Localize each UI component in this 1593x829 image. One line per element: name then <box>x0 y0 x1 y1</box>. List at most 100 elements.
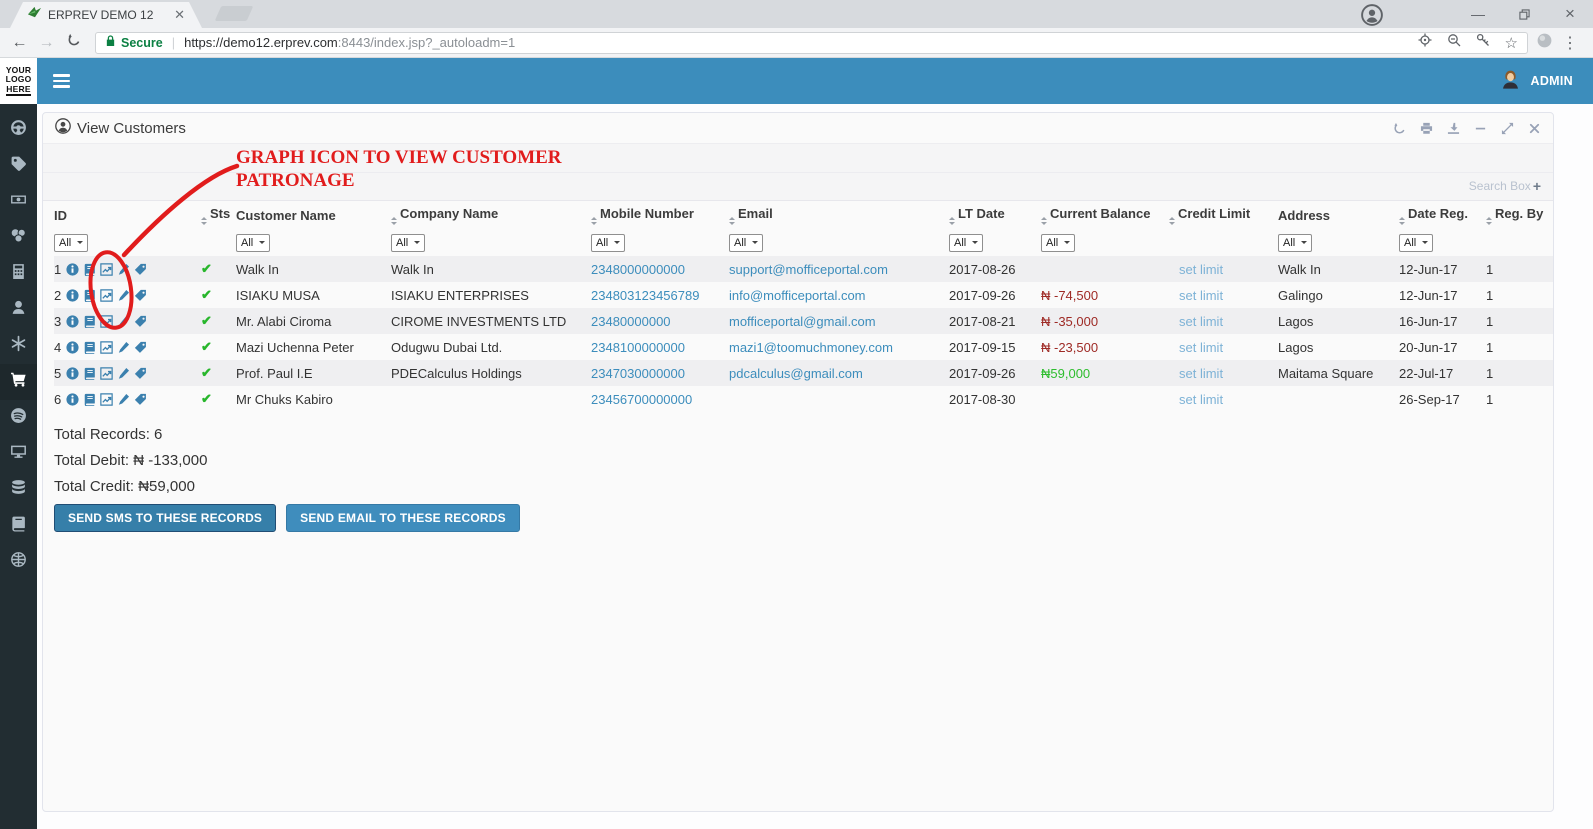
sort-arrows-icon[interactable] <box>1399 216 1405 225</box>
email-link[interactable]: support@mofficeportal.com <box>729 262 888 277</box>
chart-icon[interactable] <box>100 366 113 380</box>
column-header-email[interactable]: Email <box>729 201 949 229</box>
tag-icon[interactable] <box>134 289 147 302</box>
sidebar-item-globe[interactable] <box>0 544 37 580</box>
column-header-company-name[interactable]: Company Name <box>391 201 591 229</box>
sidebar-item-cart[interactable] <box>0 364 37 400</box>
set-limit-link[interactable]: set limit <box>1179 262 1223 277</box>
sort-arrows-icon[interactable] <box>729 216 735 225</box>
chart-icon[interactable] <box>100 392 113 406</box>
info-icon[interactable] <box>66 262 79 276</box>
filter-select-email[interactable]: All <box>729 233 764 252</box>
location-target-icon[interactable] <box>1418 33 1432 52</box>
email-link[interactable]: pdcalculus@gmail.com <box>729 366 863 381</box>
column-header-lt-date[interactable]: LT Date <box>949 201 1041 229</box>
zoom-out-icon[interactable] <box>1447 33 1461 52</box>
filter-select-address[interactable]: All <box>1278 233 1313 252</box>
edit-icon[interactable] <box>117 367 130 380</box>
send-sms-button[interactable]: SEND SMS TO THESE RECORDS <box>54 504 277 532</box>
mobile-link[interactable]: 234803123456789 <box>591 288 699 303</box>
ledger-icon[interactable] <box>83 263 96 276</box>
tag-icon[interactable] <box>134 315 147 328</box>
info-icon[interactable] <box>66 366 79 380</box>
browser-menu-icon[interactable]: ⋮ <box>1553 33 1587 53</box>
ledger-icon[interactable] <box>83 341 96 354</box>
ledger-icon[interactable] <box>83 289 96 302</box>
filter-select-mobile-number[interactable]: All <box>591 233 626 252</box>
sidebar-item-dashboard[interactable] <box>0 112 37 148</box>
bookmark-star-icon[interactable]: ☆ <box>1505 34 1518 52</box>
mobile-link[interactable]: 23480000000 <box>591 314 671 329</box>
sort-arrows-icon[interactable] <box>1486 216 1492 225</box>
set-limit-link[interactable]: set limit <box>1179 366 1223 381</box>
filter-select-id[interactable]: All <box>54 233 89 252</box>
chart-icon[interactable] <box>100 340 113 354</box>
sidebar-item-calculator[interactable] <box>0 256 37 292</box>
sidebar-item-cash[interactable] <box>0 184 37 220</box>
search-box-add-icon[interactable]: + <box>1533 178 1541 194</box>
mobile-link[interactable]: 23456700000000 <box>591 392 692 407</box>
info-icon[interactable] <box>66 288 79 302</box>
chart-icon[interactable] <box>100 288 113 302</box>
close-window-icon[interactable]: × <box>1547 0 1593 28</box>
column-header-mobile-number[interactable]: Mobile Number <box>591 201 729 229</box>
sidebar-item-disc[interactable] <box>0 400 37 436</box>
new-tab-button[interactable] <box>214 6 254 21</box>
refresh-icon[interactable] <box>1393 122 1406 135</box>
sidebar-item-tags[interactable] <box>0 148 37 184</box>
print-icon[interactable] <box>1420 122 1433 135</box>
info-icon[interactable] <box>66 340 79 354</box>
admin-user-label[interactable]: ADMIN <box>1531 74 1573 88</box>
column-header-credit-limit[interactable]: Credit Limit <box>1169 201 1278 229</box>
mobile-link[interactable]: 2348100000000 <box>591 340 685 355</box>
tag-icon[interactable] <box>134 341 147 354</box>
sidebar-item-database[interactable] <box>0 472 37 508</box>
browser-tab[interactable]: ERPREV DEMO 12 ✕ <box>10 2 202 28</box>
email-link[interactable]: mazi1@toomuchmoney.com <box>729 340 893 355</box>
column-header-date-reg[interactable]: Date Reg. <box>1399 201 1486 229</box>
edit-icon[interactable] <box>117 263 130 276</box>
mobile-link[interactable]: 2348000000000 <box>591 262 685 277</box>
user-avatar[interactable] <box>1499 67 1522 95</box>
tag-icon[interactable] <box>134 263 147 276</box>
password-key-icon[interactable] <box>1476 33 1490 52</box>
sidebar-item-book[interactable] <box>0 508 37 544</box>
reload-icon[interactable] <box>60 33 87 52</box>
tag-icon[interactable] <box>134 367 147 380</box>
filter-select-customer-name[interactable]: All <box>236 233 271 252</box>
tab-close-icon[interactable]: ✕ <box>174 7 185 23</box>
sidebar-toggle-icon[interactable] <box>37 58 85 104</box>
forward-icon[interactable]: → <box>33 34 60 52</box>
column-header-sts[interactable]: Sts <box>201 201 236 229</box>
edit-icon[interactable] <box>117 289 130 302</box>
edit-icon[interactable] <box>117 393 130 406</box>
browser-profile-icon[interactable] <box>1361 4 1383 26</box>
set-limit-link[interactable]: set limit <box>1179 340 1223 355</box>
back-icon[interactable]: ← <box>6 34 33 52</box>
collapse-icon[interactable] <box>1474 122 1487 135</box>
sidebar-item-monitor[interactable] <box>0 436 37 472</box>
sort-arrows-icon[interactable] <box>201 216 207 225</box>
edit-icon[interactable] <box>117 315 130 328</box>
sidebar-item-user[interactable] <box>0 292 37 328</box>
mobile-link[interactable]: 2347030000000 <box>591 366 685 381</box>
set-limit-link[interactable]: set limit <box>1179 314 1223 329</box>
minimize-icon[interactable]: — <box>1455 0 1501 28</box>
set-limit-link[interactable]: set limit <box>1179 288 1223 303</box>
filter-select-lt-date[interactable]: All <box>949 233 984 252</box>
column-header-reg-by[interactable]: Reg. By <box>1486 201 1553 229</box>
expand-icon[interactable] <box>1501 122 1514 135</box>
column-header-current-balance[interactable]: Current Balance <box>1041 201 1169 229</box>
email-link[interactable]: info@mofficeportal.com <box>729 288 866 303</box>
sort-arrows-icon[interactable] <box>391 216 397 225</box>
sort-arrows-icon[interactable] <box>1169 216 1175 225</box>
sidebar-item-snowflake[interactable] <box>0 328 37 364</box>
close-panel-icon[interactable] <box>1528 122 1541 135</box>
sort-arrows-icon[interactable] <box>1041 216 1047 225</box>
sort-arrows-icon[interactable] <box>591 216 597 225</box>
download-icon[interactable] <box>1447 122 1460 135</box>
address-bar[interactable]: Secure | https://demo12.erprev.com:8443/… <box>95 31 1528 54</box>
extension-icon[interactable] <box>1536 32 1553 54</box>
sort-arrows-icon[interactable] <box>949 216 955 225</box>
ledger-icon[interactable] <box>83 367 96 380</box>
